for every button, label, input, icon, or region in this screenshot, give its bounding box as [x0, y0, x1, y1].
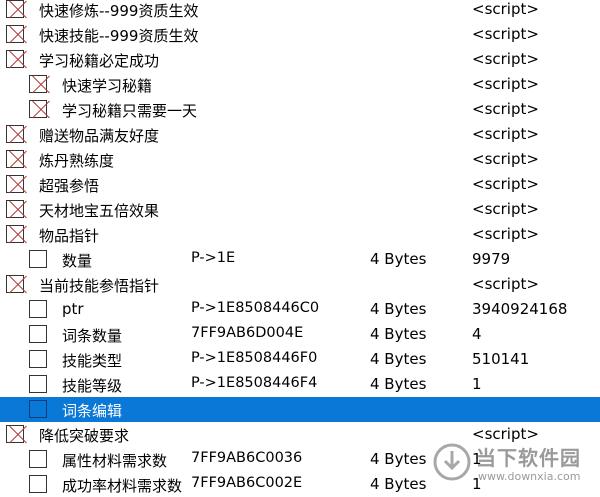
row-type: 4 Bytes — [370, 250, 427, 268]
row-checkbox[interactable] — [29, 300, 47, 318]
row-description: 快速修炼--999资质生效 — [39, 2, 199, 20]
row-checkbox[interactable] — [6, 175, 24, 193]
row-checkbox[interactable] — [29, 375, 47, 393]
row-value[interactable]: 4 — [472, 325, 482, 343]
row-description: 超强参悟 — [39, 177, 100, 195]
row-description: 学习秘籍必定成功 — [39, 52, 160, 70]
row-checkbox[interactable] — [29, 100, 47, 118]
row-value[interactable]: 9979 — [472, 250, 510, 268]
row-checkbox[interactable] — [29, 400, 47, 418]
row-description: 降低突破要求 — [39, 427, 130, 445]
table-row[interactable]: 数量 P->1E 4 Bytes 9979 — [0, 247, 600, 272]
row-description: 学习秘籍只需要一天 — [62, 102, 198, 120]
row-value[interactable]: <script> — [472, 225, 539, 243]
row-checkbox[interactable] — [29, 75, 47, 93]
row-checkbox[interactable] — [29, 350, 47, 368]
row-address: P->1E — [191, 250, 236, 266]
table-row[interactable]: 学习秘籍必定成功 <script> — [0, 47, 600, 72]
row-checkbox[interactable] — [29, 250, 47, 268]
row-address: 7FF9AB6C0036 — [191, 450, 303, 466]
row-description: 词条数量 — [62, 327, 123, 345]
row-description: 数量 — [62, 252, 93, 270]
row-checkbox[interactable] — [29, 325, 47, 343]
table-row[interactable]: 超强参悟 <script> — [0, 172, 600, 197]
row-type: 4 Bytes — [370, 325, 427, 343]
row-description: 天材地宝五倍效果 — [39, 202, 160, 220]
row-description: 成功率材料需求数 — [62, 477, 183, 495]
row-description: 当前技能参悟指针 — [39, 277, 160, 295]
row-checkbox[interactable] — [6, 125, 24, 143]
row-value[interactable]: <script> — [472, 25, 539, 43]
row-checkbox[interactable] — [6, 425, 24, 443]
row-description: 炼丹熟练度 — [39, 152, 115, 170]
row-value[interactable]: 510141 — [472, 350, 529, 368]
row-value[interactable]: 1 — [472, 375, 482, 393]
row-checkbox[interactable] — [6, 200, 24, 218]
row-address: P->1E8508446C0 — [191, 300, 320, 316]
row-value[interactable]: <script> — [472, 200, 539, 218]
row-type: 4 Bytes — [370, 375, 427, 393]
row-description: 物品指针 — [39, 227, 100, 245]
row-type: 4 Bytes — [370, 450, 427, 468]
table-row[interactable]: 当前技能参悟指针 <script> — [0, 272, 600, 297]
row-description: 快速技能--999资质生效 — [39, 27, 199, 45]
table-row[interactable]: 炼丹熟练度 <script> — [0, 147, 600, 172]
table-row[interactable]: 赠送物品满友好度 <script> — [0, 122, 600, 147]
row-description: 词条编辑 — [62, 402, 123, 420]
row-checkbox[interactable] — [6, 275, 24, 293]
row-value[interactable]: <script> — [472, 75, 539, 93]
table-row[interactable]: 快速技能--999资质生效 <script> — [0, 22, 600, 47]
watermark-name: 当下软件园 — [476, 446, 581, 470]
table-row[interactable]: ptr P->1E8508446C0 4 Bytes 3940924168 — [0, 297, 600, 322]
row-value[interactable]: <script> — [472, 50, 539, 68]
row-value[interactable]: <script> — [472, 275, 539, 293]
row-address: 7FF9AB6C002E — [191, 475, 303, 491]
row-address: P->1E8508446F0 — [191, 350, 318, 366]
row-checkbox[interactable] — [6, 0, 24, 18]
row-address: P->1E8508446F4 — [191, 375, 318, 391]
row-checkbox[interactable] — [29, 475, 47, 493]
table-row[interactable]: 快速学习秘籍 <script> — [0, 72, 600, 97]
row-address: 7FF9AB6D004E — [191, 325, 304, 341]
row-value[interactable]: <script> — [472, 100, 539, 118]
row-type: 4 Bytes — [370, 475, 427, 493]
row-value[interactable]: <script> — [472, 175, 539, 193]
table-row[interactable]: 学习秘籍只需要一天 <script> — [0, 97, 600, 122]
table-row[interactable]: 词条编辑 — [0, 397, 600, 422]
table-row[interactable]: 词条数量 7FF9AB6D004E 4 Bytes 4 — [0, 322, 600, 347]
row-value[interactable]: <script> — [472, 0, 539, 18]
row-value[interactable]: 3940924168 — [472, 300, 567, 318]
row-checkbox[interactable] — [6, 25, 24, 43]
watermark: 当下软件园 www.downxia.com — [432, 440, 592, 488]
row-description: 属性材料需求数 — [62, 452, 168, 470]
row-description: 快速学习秘籍 — [62, 77, 153, 95]
row-checkbox[interactable] — [6, 50, 24, 68]
row-value[interactable]: <script> — [472, 150, 539, 168]
row-value[interactable]: <script> — [472, 125, 539, 143]
table-row[interactable]: 技能等级 P->1E8508446F4 4 Bytes 1 — [0, 372, 600, 397]
row-description: 技能等级 — [62, 377, 123, 395]
row-checkbox[interactable] — [29, 450, 47, 468]
table-row[interactable]: 物品指针 <script> — [0, 222, 600, 247]
watermark-url: www.downxia.com — [478, 470, 581, 483]
row-description: 赠送物品满友好度 — [39, 127, 160, 145]
row-description: 技能类型 — [62, 352, 123, 370]
row-description: ptr — [62, 300, 84, 318]
table-row[interactable]: 快速修炼--999资质生效 <script> — [0, 0, 600, 22]
row-checkbox[interactable] — [6, 150, 24, 168]
row-checkbox[interactable] — [6, 225, 24, 243]
table-row[interactable]: 天材地宝五倍效果 <script> — [0, 197, 600, 222]
row-type: 4 Bytes — [370, 350, 427, 368]
row-type: 4 Bytes — [370, 300, 427, 318]
cheat-table: 快速修炼--999资质生效 <script> 快速技能--999资质生效 <scrip… — [0, 0, 600, 497]
table-row[interactable]: 技能类型 P->1E8508446F0 4 Bytes 510141 — [0, 347, 600, 372]
download-logo-icon — [433, 443, 471, 481]
